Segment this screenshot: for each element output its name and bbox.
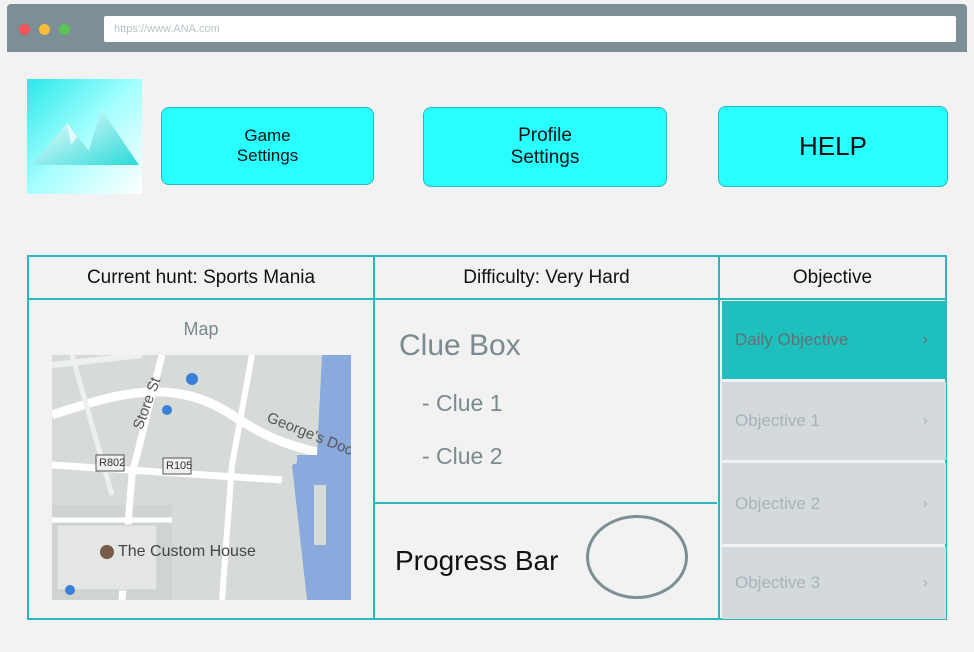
- browser-toolbar: https://www.ANA.com: [7, 4, 967, 52]
- map-label: Map: [183, 319, 219, 339]
- progress-indicator: [586, 515, 688, 599]
- objective-label: Objective 3: [735, 573, 821, 592]
- current-hunt-label: Current hunt: Sports Mania: [86, 267, 316, 288]
- column-divider: [718, 257, 720, 618]
- objective-item-1[interactable]: Objective 1 ›: [722, 382, 946, 460]
- objective-item-2[interactable]: Objective 2 ›: [722, 463, 946, 544]
- objective-label: Objective 2: [735, 493, 821, 513]
- help-button[interactable]: HELP: [718, 106, 948, 187]
- page-content: Game Settings Profile Settings HELP Curr…: [7, 52, 967, 644]
- profile-settings-button[interactable]: Profile Settings: [423, 107, 667, 187]
- clue-item: - Clue 1: [422, 390, 503, 416]
- chevron-right-icon: ›: [922, 494, 928, 512]
- clue-item: - Clue 2: [422, 443, 503, 469]
- map-road-label: R802: [99, 457, 126, 469]
- progress-bar-label: Progress Bar: [395, 545, 559, 576]
- column-divider: [373, 257, 375, 618]
- objective-label: Daily Objective: [735, 330, 849, 349]
- game-settings-button[interactable]: Game Settings: [161, 107, 374, 185]
- objective-header: Objective: [792, 267, 873, 288]
- clue-divider: [375, 502, 717, 504]
- clue-box-title: Clue Box: [399, 329, 521, 362]
- map-road-label: R105: [166, 460, 193, 472]
- chevron-right-icon: ›: [922, 574, 928, 591]
- close-window-dot[interactable]: [19, 24, 30, 35]
- difficulty-label: Difficulty: Very Hard: [463, 267, 630, 288]
- address-bar[interactable]: https://www.ANA.com: [104, 16, 956, 42]
- objective-item-3[interactable]: Objective 3 ›: [722, 547, 946, 619]
- hunt-panel: Current hunt: Sports Mania Difficulty: V…: [27, 255, 947, 620]
- map-view[interactable]: Store St George's Dock R802 R105 The Cus…: [52, 355, 351, 600]
- minimize-window-dot[interactable]: [39, 24, 50, 35]
- maximize-window-dot[interactable]: [59, 24, 70, 35]
- chevron-right-icon: ›: [922, 331, 928, 348]
- objective-label: Objective 1: [735, 411, 821, 430]
- objective-item-daily[interactable]: Daily Objective ›: [722, 301, 946, 379]
- chevron-right-icon: ›: [922, 412, 928, 429]
- map-landmark-label: The Custom House: [118, 543, 256, 560]
- app-logo-image: [27, 79, 142, 194]
